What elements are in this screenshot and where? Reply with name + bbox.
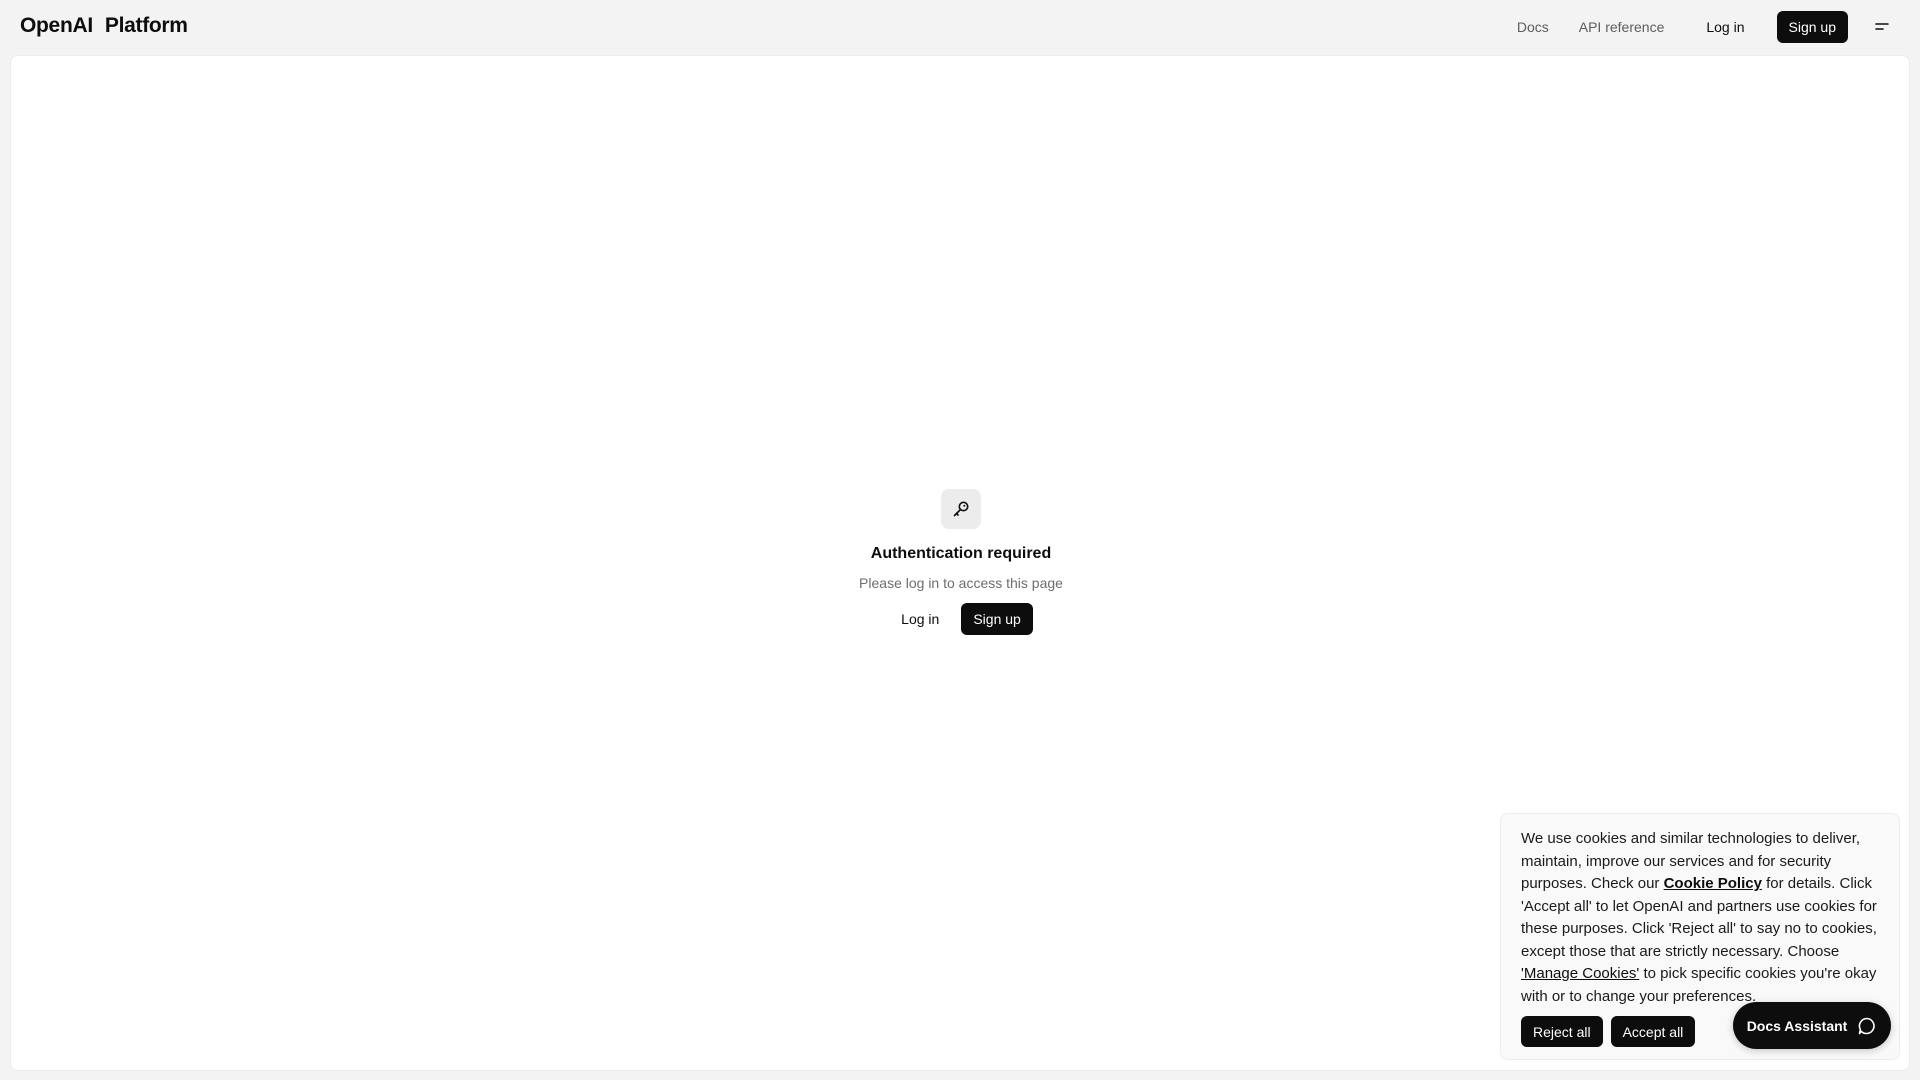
brand-logo[interactable]: OpenAI Platform <box>20 14 188 38</box>
chat-bubble-icon <box>1859 1017 1876 1034</box>
key-icon-glyph <box>953 501 969 517</box>
auth-signup-button[interactable]: Sign up <box>961 603 1033 635</box>
key-icon <box>941 489 981 529</box>
top-nav: Docs API reference Log in Sign up <box>1517 0 1920 54</box>
brand-platform: Platform <box>104 14 188 37</box>
auth-login-button[interactable]: Log in <box>889 603 951 635</box>
docs-assistant-label: Docs Assistant <box>1746 1017 1848 1034</box>
nav-docs-link[interactable]: Docs <box>1517 19 1549 35</box>
cookie-policy-link[interactable]: Cookie Policy <box>1664 875 1762 892</box>
auth-subtitle: Please log in to access this page <box>859 575 1063 591</box>
menu-icon-glyph <box>1875 23 1889 30</box>
auth-title: Authentication required <box>870 545 1052 562</box>
cookie-banner-text: We use cookies and similar technologies … <box>1521 828 1879 1008</box>
top-bar: OpenAI Platform Docs API reference Log i… <box>0 0 1920 54</box>
cookie-actions: Reject all Accept all <box>1521 1016 1696 1047</box>
manage-cookies-link[interactable]: 'Manage Cookies' <box>1521 965 1639 982</box>
docs-assistant-button[interactable]: Docs Assistant <box>1733 1002 1891 1049</box>
brand-openai: OpenAI <box>20 14 93 37</box>
reject-all-button[interactable]: Reject all <box>1521 1016 1603 1047</box>
nav-api-reference-link[interactable]: API reference <box>1579 19 1665 35</box>
auth-actions: Log in Sign up <box>889 603 1033 635</box>
accept-all-button[interactable]: Accept all <box>1610 1016 1696 1047</box>
header-signup-button[interactable]: Sign up <box>1776 11 1848 43</box>
header-login-button[interactable]: Log in <box>1694 11 1756 43</box>
auth-required-section: Authentication required Please log in to… <box>11 489 1911 635</box>
menu-icon[interactable] <box>1862 7 1902 47</box>
